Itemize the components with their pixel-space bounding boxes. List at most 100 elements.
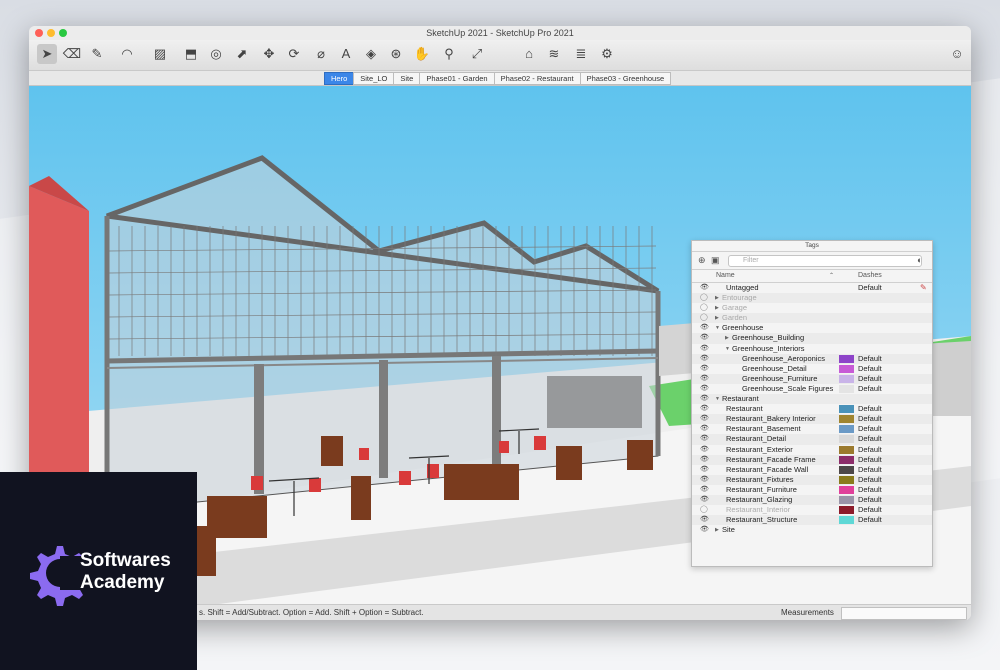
tag-color-swatch[interactable]: [839, 354, 854, 363]
follow-me-icon[interactable]: ⬈: [232, 44, 252, 64]
select-icon[interactable]: ➤: [37, 44, 57, 64]
zoom-extents-icon[interactable]: ⤢: [467, 44, 487, 64]
tag-row[interactable]: 👁 Restaurant_Structure Default: [692, 515, 932, 526]
visibility-eye-icon[interactable]: 👁: [700, 344, 709, 354]
tag-row[interactable]: 👁 Restaurant_Facade Wall Default: [692, 465, 932, 475]
tag-row[interactable]: 👁 Greenhouse_Aeroponics Default: [692, 353, 932, 364]
extension-icon[interactable]: ≋: [544, 44, 564, 64]
disclosure-collapsed-icon[interactable]: ▶: [725, 333, 729, 343]
tag-color-swatch[interactable]: [839, 425, 854, 434]
offset-icon[interactable]: ◎: [206, 44, 226, 64]
visibility-eye-icon[interactable]: 👁: [700, 475, 709, 485]
visibility-eye-icon[interactable]: 👁: [700, 323, 709, 333]
measurements-input[interactable]: [841, 607, 967, 620]
tag-dash-style[interactable]: Default: [858, 495, 882, 505]
text-icon[interactable]: A: [336, 44, 356, 64]
visibility-eye-icon[interactable]: 👁: [700, 495, 709, 505]
disclosure-collapsed-icon[interactable]: ▶: [715, 313, 719, 323]
extension-manager-icon[interactable]: ⚙: [597, 44, 617, 64]
tag-color-swatch[interactable]: [839, 435, 854, 444]
close-window-button[interactable]: [35, 29, 43, 37]
tag-row[interactable]: 👁 Restaurant_Exterior Default: [692, 445, 932, 455]
tag-color-swatch[interactable]: [839, 495, 854, 504]
disclosure-expanded-icon[interactable]: ▼: [725, 344, 730, 354]
rectangle-icon[interactable]: ▨: [150, 44, 170, 64]
tag-dash-style[interactable]: Default: [858, 384, 882, 394]
paint-bucket-icon[interactable]: ◈: [361, 44, 381, 64]
rotate-icon[interactable]: ⟳: [284, 44, 304, 64]
tag-color-swatch[interactable]: [839, 506, 854, 515]
tag-dash-style[interactable]: Default: [858, 505, 882, 515]
tag-row[interactable]: 👁 Greenhouse_Detail Default: [692, 364, 932, 374]
orbit-icon[interactable]: ⊛: [386, 44, 406, 64]
tag-dash-style[interactable]: Default: [858, 424, 882, 434]
tag-row[interactable]: 👁 Greenhouse_Scale Figures Default: [692, 384, 932, 394]
tag-color-swatch[interactable]: [839, 455, 854, 464]
warehouse-icon[interactable]: ⌂: [519, 44, 539, 64]
tag-row[interactable]: ◯ ▶ Garden: [692, 313, 932, 324]
tag-row[interactable]: 👁 Restaurant_Fixtures Default: [692, 474, 932, 485]
tag-color-swatch[interactable]: [839, 475, 854, 484]
add-tag-folder-icon[interactable]: ▣: [711, 255, 720, 266]
tag-color-swatch[interactable]: [839, 364, 854, 373]
visibility-eye-icon[interactable]: 👁: [700, 394, 709, 404]
tag-dash-style[interactable]: Default: [858, 283, 882, 293]
tag-row[interactable]: 👁 Restaurant_Detail Default: [692, 434, 932, 445]
visibility-eye-icon[interactable]: 👁: [700, 333, 709, 343]
tag-dash-style[interactable]: Default: [858, 354, 882, 364]
tag-row[interactable]: 👁 Restaurant_Basement Default: [692, 424, 932, 434]
tag-row[interactable]: 👁 Restaurant Default: [692, 404, 932, 414]
tag-dash-style[interactable]: Default: [858, 445, 882, 455]
tag-row[interactable]: ◯ ▶ Garage: [692, 303, 932, 313]
visibility-eye-icon[interactable]: 👁: [700, 374, 709, 384]
tag-dash-style[interactable]: Default: [858, 364, 882, 374]
tag-row[interactable]: 👁 ▼ Greenhouse_Interiors: [692, 344, 932, 354]
tag-row[interactable]: ◯ ▶ Entourage: [692, 293, 932, 304]
tag-color-swatch[interactable]: [839, 415, 854, 424]
tag-dash-style[interactable]: Default: [858, 465, 882, 475]
name-column-header[interactable]: Name: [716, 272, 735, 279]
visibility-eye-icon[interactable]: 👁: [700, 434, 709, 444]
visibility-eye-icon[interactable]: 👁: [700, 283, 709, 293]
tag-color-swatch[interactable]: [839, 465, 854, 474]
disclosure-expanded-icon[interactable]: ▼: [715, 394, 720, 404]
tag-color-swatch[interactable]: [839, 485, 854, 494]
move-icon[interactable]: ✥: [259, 44, 279, 64]
visibility-eye-icon[interactable]: 👁: [700, 404, 709, 414]
tag-dash-style[interactable]: Default: [858, 374, 882, 384]
tag-color-swatch[interactable]: [839, 384, 854, 393]
tag-color-swatch[interactable]: [839, 374, 854, 383]
visibility-eye-icon[interactable]: 👁: [700, 354, 709, 364]
minimize-window-button[interactable]: [47, 29, 55, 37]
layers-icon[interactable]: ≣: [571, 44, 591, 64]
tag-row[interactable]: 👁 Restaurant_Bakery Interior Default: [692, 414, 932, 425]
tags-filter-input[interactable]: Filter: [728, 255, 922, 267]
arc-icon[interactable]: ◠: [117, 44, 137, 64]
tag-dash-style[interactable]: Default: [858, 485, 882, 495]
tape-measure-icon[interactable]: ⌀: [311, 44, 331, 64]
tag-dash-style[interactable]: Default: [858, 434, 882, 444]
tag-row[interactable]: 👁 Restaurant_Facade Frame Default: [692, 454, 932, 465]
tag-row[interactable]: 👁 ▼ Greenhouse: [692, 323, 932, 333]
tag-color-swatch[interactable]: [839, 516, 854, 525]
disclosure-expanded-icon[interactable]: ▼: [715, 323, 720, 333]
sort-chevron-icon[interactable]: ⌃: [829, 272, 834, 279]
tag-dash-style[interactable]: Default: [858, 475, 882, 485]
tag-row[interactable]: 👁 ▶ Site: [692, 525, 932, 535]
visibility-eye-icon[interactable]: 👁: [700, 455, 709, 465]
push-pull-icon[interactable]: ⬒: [181, 44, 201, 64]
scene-tab[interactable]: Phase01 - Garden: [419, 72, 495, 85]
tag-dash-style[interactable]: Default: [858, 404, 882, 414]
tag-row[interactable]: 👁 Restaurant_Furniture Default: [692, 485, 932, 495]
disclosure-collapsed-icon[interactable]: ▶: [715, 525, 719, 535]
tag-row[interactable]: 👁 ▶ Greenhouse_Building: [692, 333, 932, 344]
dashes-column-header[interactable]: Dashes: [858, 272, 882, 279]
pencil-icon[interactable]: ✎: [87, 44, 107, 64]
account-icon[interactable]: ☺: [947, 44, 967, 64]
visibility-eye-icon[interactable]: 👁: [700, 485, 709, 495]
visibility-eye-icon[interactable]: 👁: [700, 525, 709, 535]
tag-color-swatch[interactable]: [839, 445, 854, 454]
disclosure-collapsed-icon[interactable]: ▶: [715, 303, 719, 313]
tag-row[interactable]: ◯ Restaurant_Interior Default: [692, 505, 932, 515]
visibility-eye-icon[interactable]: 👁: [700, 384, 709, 394]
